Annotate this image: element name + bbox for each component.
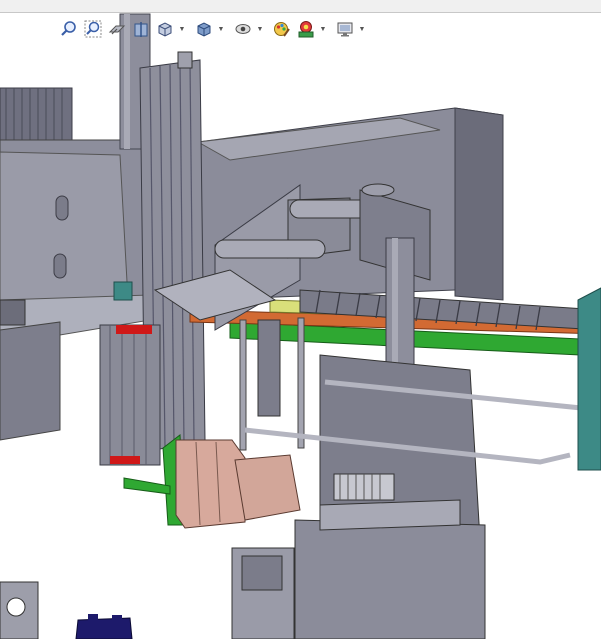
zoom-to-area-icon bbox=[84, 20, 102, 38]
apply-scene-icon bbox=[298, 21, 314, 38]
edit-appearance-icon bbox=[274, 22, 290, 37]
apply-scene-button[interactable] bbox=[295, 18, 317, 40]
hide-show-items-icon bbox=[235, 24, 251, 34]
bottom-left-plate bbox=[0, 581, 39, 639]
chevron-down-icon[interactable]: ▼ bbox=[319, 18, 327, 40]
edit-appearance-button[interactable] bbox=[271, 18, 293, 40]
hide-show-items-button[interactable] bbox=[232, 18, 254, 40]
zoom-to-area-button[interactable] bbox=[82, 18, 104, 40]
heads-up-view-toolbar: ▼ ▼ ▼ ▼ ▼ bbox=[58, 16, 371, 42]
teal-sensor-part bbox=[113, 281, 133, 301]
chevron-down-icon[interactable]: ▼ bbox=[358, 18, 366, 40]
zoom-to-fit-button[interactable] bbox=[58, 18, 80, 40]
view-orientation-icon bbox=[158, 22, 172, 37]
zoom-to-fit-icon bbox=[61, 21, 76, 36]
display-style-icon bbox=[197, 22, 211, 37]
chevron-down-icon[interactable]: ▼ bbox=[178, 18, 186, 40]
spring-cylinder bbox=[333, 473, 395, 501]
red-stop-part bbox=[110, 456, 140, 464]
previous-view-button[interactable] bbox=[106, 18, 128, 40]
red-clamp-part bbox=[116, 325, 152, 334]
previous-view-icon bbox=[108, 25, 126, 35]
section-view-icon bbox=[134, 22, 148, 37]
view-settings-icon bbox=[337, 22, 353, 37]
chevron-down-icon[interactable]: ▼ bbox=[217, 18, 225, 40]
view-orientation-button[interactable] bbox=[154, 18, 176, 40]
display-style-button[interactable] bbox=[193, 18, 215, 40]
chevron-down-icon[interactable]: ▼ bbox=[256, 18, 264, 40]
section-view-button[interactable] bbox=[130, 18, 152, 40]
navy-fixture bbox=[75, 614, 133, 639]
view-settings-button[interactable] bbox=[334, 18, 356, 40]
cad-3d-model-viewport[interactable] bbox=[0, 0, 601, 639]
teal-tank bbox=[577, 287, 601, 471]
